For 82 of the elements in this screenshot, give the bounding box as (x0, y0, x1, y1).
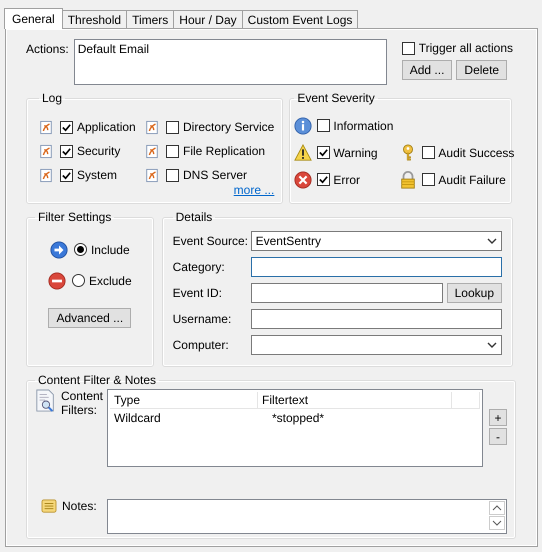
more-link[interactable]: more ... (234, 183, 274, 197)
checkbox-label: DNS Server (183, 168, 248, 182)
checkbox[interactable] (60, 120, 73, 134)
radio-button[interactable] (72, 274, 85, 287)
table-cell-text: Wildcard (113, 410, 162, 427)
table-cell-text: *stopped* (271, 410, 326, 427)
notes-label: Notes: (62, 499, 97, 513)
lookup-button[interactable]: Lookup (446, 283, 502, 303)
action-item[interactable]: Default Email (78, 42, 383, 56)
group-title: Log (41, 91, 64, 105)
checkbox-label: Information (333, 118, 394, 132)
checkbox[interactable] (317, 173, 330, 186)
document-search-icon (35, 389, 57, 413)
checkbox[interactable] (60, 168, 73, 182)
input-field[interactable] (250, 309, 502, 329)
checkbox-label: Directory Service (183, 120, 274, 134)
radio-button[interactable] (74, 243, 87, 256)
dropdown[interactable] (250, 335, 502, 355)
lock-icon (399, 170, 418, 188)
chevron-down-icon[interactable] (487, 342, 497, 348)
checkbox[interactable] (166, 168, 179, 182)
field-label: Category: (172, 260, 226, 274)
warning-icon (294, 144, 312, 162)
filter-row-button[interactable]: + (489, 409, 507, 426)
field-label: Event ID: (172, 286, 223, 300)
group-title: Details (174, 210, 214, 224)
scroll-down-icon[interactable] (489, 516, 505, 530)
checkbox-label: Error (333, 172, 360, 186)
note-icon (41, 499, 57, 513)
log-file-icon (39, 120, 53, 134)
checkbox[interactable] (422, 146, 436, 159)
filter-row-button[interactable]: - (489, 428, 507, 445)
log-file-icon (39, 144, 53, 158)
field-label: Computer: (172, 338, 230, 352)
action-button[interactable]: Add ... (402, 60, 452, 80)
minus-circle-icon (48, 272, 66, 290)
checkbox-label: Application (77, 120, 136, 134)
info-icon (294, 116, 312, 134)
field-label: Username: (172, 312, 232, 326)
notes-field[interactable] (107, 499, 507, 534)
input-field[interactable] (250, 283, 443, 303)
checkbox-label: File Replication (183, 144, 266, 158)
tab[interactable]: Hour / Day (173, 10, 243, 28)
input-field[interactable] (250, 257, 502, 277)
checkbox[interactable] (317, 119, 330, 132)
radio-label: Exclude (88, 274, 132, 288)
tab[interactable]: Custom Event Logs (242, 10, 358, 28)
log-file-icon (145, 120, 159, 134)
tab[interactable]: General (4, 8, 63, 29)
scroll-up-icon[interactable] (489, 501, 505, 515)
filters-label: Content (60, 389, 103, 403)
group-title: Filter Settings (37, 210, 112, 224)
chevron-down-icon[interactable] (487, 238, 497, 244)
field-label: Event Source: (172, 234, 249, 248)
log-file-icon (145, 144, 159, 158)
actions-label: Actions: (26, 41, 69, 56)
column-header[interactable]: Filtertext (258, 392, 452, 408)
checkbox-label: Warning (333, 146, 378, 160)
checkbox[interactable] (422, 173, 436, 186)
checkbox-label: Security (77, 144, 120, 158)
filters-label: Filters: (60, 403, 98, 417)
advanced-button[interactable]: Advanced ... (48, 308, 132, 328)
arrow-right-icon (50, 240, 68, 258)
actions-list[interactable]: Default Email (74, 39, 387, 85)
group-title: Content Filter & Notes (37, 373, 158, 387)
log-file-icon (39, 168, 53, 182)
dropdown[interactable]: EventSentry (250, 231, 502, 251)
radio-label: Include (90, 242, 130, 256)
checkbox[interactable] (166, 144, 179, 158)
checkbox[interactable] (402, 42, 415, 54)
action-button[interactable]: Delete (456, 60, 508, 80)
checkbox[interactable] (60, 144, 73, 158)
checkbox[interactable] (317, 146, 330, 159)
checkbox[interactable] (166, 120, 179, 134)
checkbox-label: Audit Success (438, 146, 514, 160)
group-title: Event Severity (296, 91, 376, 105)
column-header[interactable]: Type (110, 392, 258, 408)
checkbox-label: Trigger all actions (418, 41, 513, 55)
checkbox-label: System (77, 168, 118, 182)
log-file-icon (145, 168, 159, 182)
error-icon (294, 170, 312, 188)
checkbox-label: Audit Failure (438, 172, 506, 186)
